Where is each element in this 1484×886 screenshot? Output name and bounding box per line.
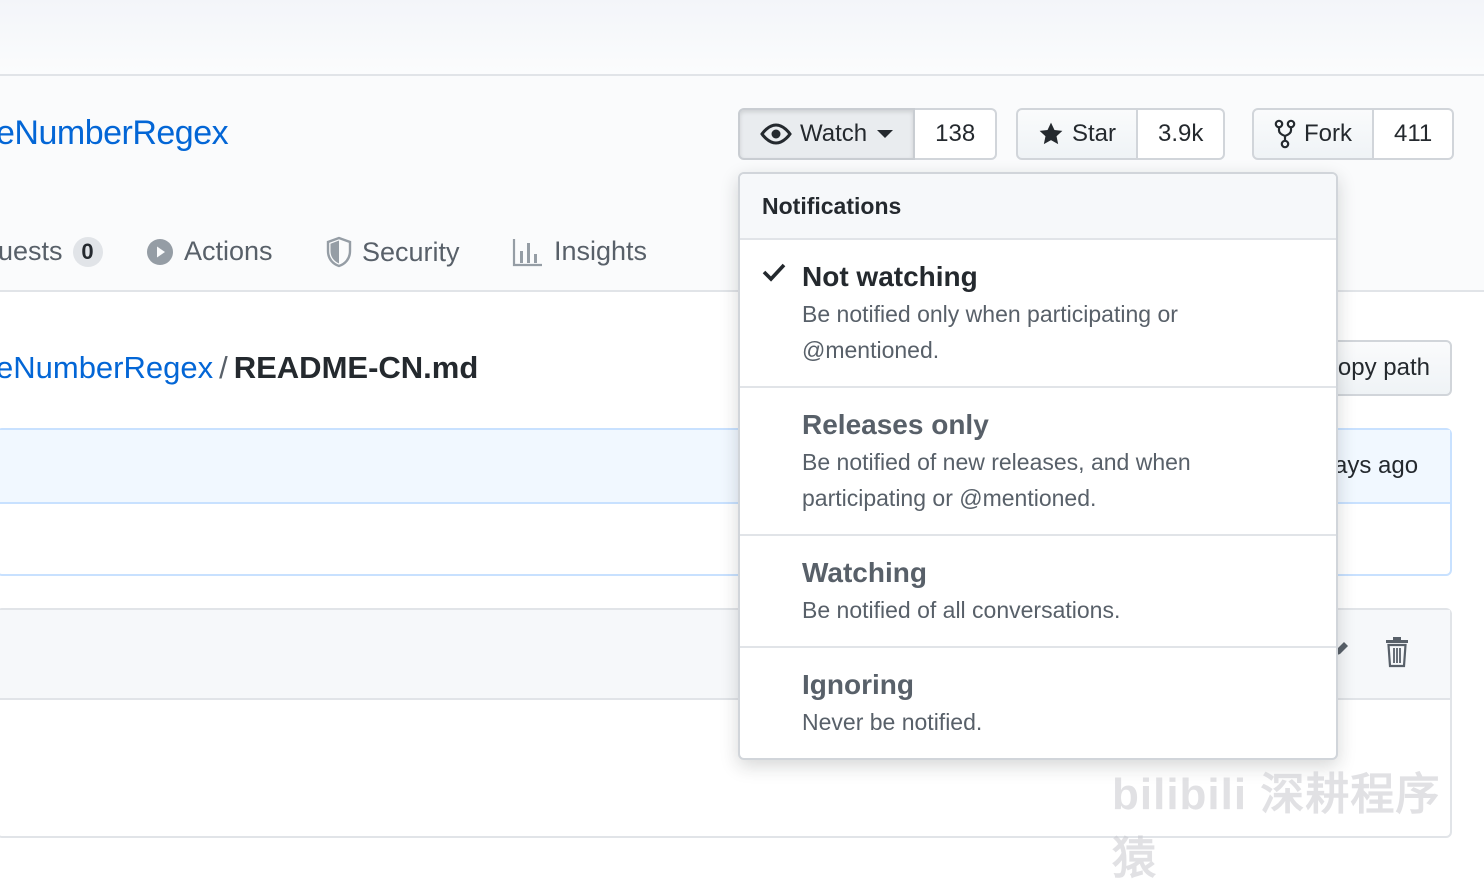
commit-timestamp: ays ago [1334, 452, 1419, 479]
watch-label: Watch [800, 120, 868, 147]
option-title: Releases only [802, 409, 989, 440]
notifications-header: Notifications [740, 174, 1336, 240]
star-label: Star [1072, 120, 1117, 147]
tab-insights[interactable]: Insights [512, 236, 647, 267]
repo-title-link[interactable]: eNumberRegex [0, 114, 229, 153]
tab-pull-requests[interactable]: uests 0 [0, 236, 103, 267]
notification-option-watching[interactable]: Watching Be notified of all conversation… [740, 536, 1336, 648]
pull-requests-count-badge: 0 [72, 236, 103, 267]
bar-chart-icon [512, 238, 542, 266]
tab-security-label: Security [362, 236, 460, 267]
checkmark-icon [762, 263, 786, 282]
top-bar [0, 0, 1484, 76]
trash-icon[interactable] [1384, 636, 1410, 668]
star-button[interactable]: Star [1016, 108, 1139, 160]
option-description: Be notified only when participating or @… [802, 301, 1178, 363]
option-title: Watching [802, 557, 927, 588]
tab-pull-requests-label: uests [0, 236, 63, 266]
notification-option-releases-only[interactable]: Releases only Be notified of new release… [740, 388, 1336, 536]
tab-security[interactable]: Security [326, 236, 460, 268]
option-description: Never be notified. [802, 709, 983, 735]
caret-down-icon [877, 130, 894, 138]
watch-button[interactable]: Watch [738, 108, 916, 160]
play-circle-icon [147, 238, 173, 265]
shield-icon [326, 236, 352, 268]
eye-icon [760, 123, 792, 145]
option-title: Ignoring [802, 669, 914, 700]
fork-label: Fork [1304, 120, 1352, 147]
tab-actions-label: Actions [184, 236, 273, 266]
copy-path-label: opy path [1337, 354, 1430, 381]
breadcrumb-repo-link[interactable]: eNumberRegex [0, 350, 213, 385]
star-button-group: Star 3.9k [1016, 108, 1226, 160]
fork-button-group: Fork 411 [1252, 108, 1455, 160]
option-description: Be notified of new releases, and when pa… [802, 449, 1191, 511]
fork-icon [1274, 119, 1296, 149]
notification-option-not-watching[interactable]: Not watching Be notified only when parti… [740, 240, 1336, 388]
option-title: Not watching [802, 261, 978, 292]
tab-insights-label: Insights [554, 236, 648, 266]
fork-count[interactable]: 411 [1374, 108, 1455, 160]
copy-path-button[interactable]: opy path [1320, 340, 1452, 396]
breadcrumb-file-name: README-CN.md [233, 350, 479, 385]
notifications-dropdown: Notifications Not watching Be notified o… [738, 172, 1338, 760]
star-icon [1039, 122, 1063, 145]
notification-option-ignoring[interactable]: Ignoring Never be notified. [740, 648, 1336, 758]
watermark-logo: bilibili 深耕程序猿 [1112, 770, 1441, 883]
tab-actions[interactable]: Actions [146, 236, 273, 267]
star-count[interactable]: 3.9k [1138, 108, 1226, 160]
fork-button[interactable]: Fork [1252, 108, 1374, 160]
watch-button-group: Watch 138 [738, 108, 998, 160]
file-breadcrumb: eNumberRegex / README-CN.md [0, 350, 478, 386]
breadcrumb-separator: / [219, 350, 228, 385]
option-description: Be notified of all conversations. [802, 597, 1121, 623]
watch-count[interactable]: 138 [915, 108, 998, 160]
